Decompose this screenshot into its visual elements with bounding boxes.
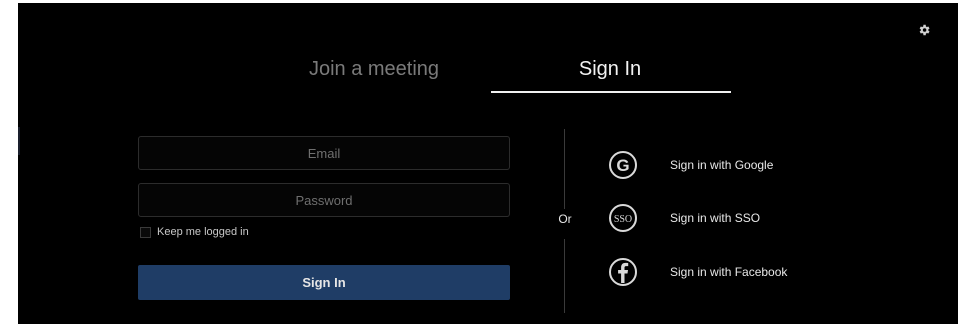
login-window: Join a meeting Sign In Email Password Ke… [18, 3, 958, 324]
svg-text:G: G [616, 156, 629, 175]
vertical-divider-top [564, 129, 565, 209]
keep-logged-in-checkbox[interactable] [140, 226, 151, 238]
vertical-divider-bottom [564, 239, 565, 313]
facebook-label: Sign in with Facebook [670, 265, 788, 279]
password-field[interactable]: Password [138, 183, 510, 217]
sign-in-button[interactable]: Sign In [138, 265, 510, 300]
gear-icon[interactable] [917, 23, 931, 37]
keep-logged-in-label: Keep me logged in [157, 226, 249, 238]
sso-label: Sign in with SSO [670, 211, 761, 225]
sign-in-sso-button[interactable]: SSO Sign in with SSO [608, 203, 760, 233]
tab-sign-in[interactable]: Sign In [490, 58, 730, 81]
window-edge-marker [18, 127, 20, 155]
tab-join-meeting[interactable]: Join a meeting [264, 58, 484, 81]
facebook-icon [609, 258, 637, 286]
google-label: Sign in with Google [670, 158, 774, 172]
email-field[interactable]: Email [138, 136, 510, 170]
sign-in-google-button[interactable]: G Sign in with Google [608, 150, 773, 180]
sign-in-facebook-button[interactable]: Sign in with Facebook [608, 257, 787, 287]
active-tab-underline [491, 91, 731, 93]
svg-text:SSO: SSO [614, 214, 632, 225]
google-icon: G [609, 151, 637, 179]
sso-icon: SSO [609, 204, 637, 232]
keep-logged-in-option[interactable]: Keep me logged in [140, 225, 249, 239]
or-label: Or [558, 212, 572, 226]
